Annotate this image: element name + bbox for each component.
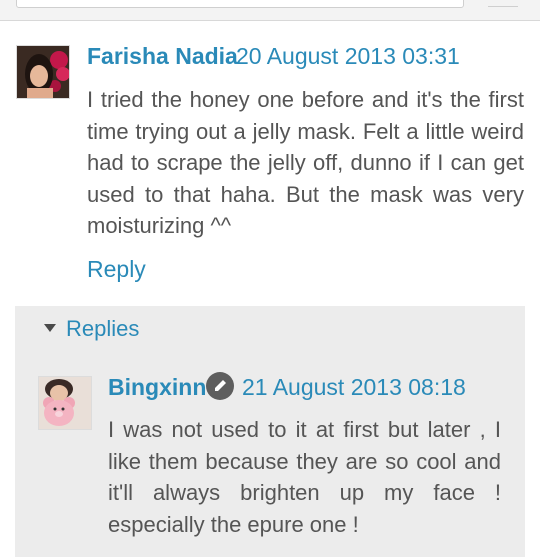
comment-input[interactable]: [16, 0, 464, 8]
reply-date[interactable]: 21 August 2013 08:18: [242, 374, 466, 401]
comments-page: Farisha Nadia 20 August 2013 03:31 I tri…: [0, 0, 540, 557]
user-photo-icon[interactable]: [38, 376, 92, 430]
replies-toggle-label[interactable]: Replies: [66, 316, 139, 342]
top-bar: [0, 0, 540, 21]
pencil-icon: [206, 372, 234, 400]
comment-author[interactable]: Farisha Nadia: [87, 43, 238, 70]
reply-author[interactable]: Bingxinn: [108, 374, 206, 401]
reply-text: I was not used to it at first but later …: [108, 417, 501, 537]
triangle-down-icon[interactable]: [44, 324, 56, 332]
user-photo-icon[interactable]: [16, 45, 70, 99]
top-right-control[interactable]: [488, 0, 518, 7]
reply-link[interactable]: Reply: [87, 256, 146, 283]
comment-text: I tried the honey one before and it's th…: [87, 87, 524, 238]
comment-date[interactable]: 20 August 2013 03:31: [236, 43, 460, 70]
